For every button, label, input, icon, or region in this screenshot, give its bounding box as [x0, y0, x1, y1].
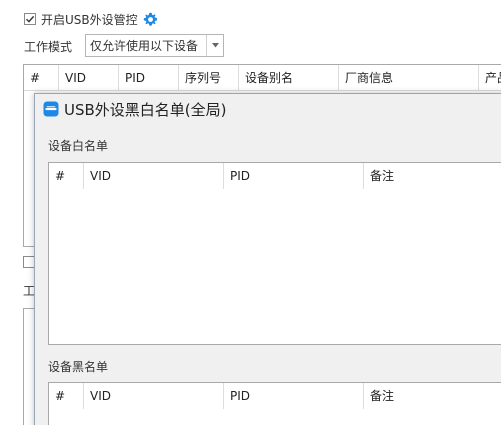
whitelist-column-vid[interactable]: VID: [83, 163, 223, 189]
work-mode-label: 工作模式: [24, 40, 73, 54]
gear-icon[interactable]: [143, 12, 158, 27]
blacklist-table[interactable]: # VID PID 备注: [48, 382, 501, 425]
blacklist-column-note[interactable]: 备注: [363, 383, 501, 409]
whitelist-column-index[interactable]: #: [49, 163, 83, 189]
whitelist-label: 设备白名单: [48, 139, 109, 153]
column-header-pid[interactable]: PID: [118, 65, 178, 91]
device-table-header: # VID PID 序列号 设备别名 厂商信息 产品: [24, 65, 501, 91]
blacklist-label: 设备黑名单: [48, 360, 109, 374]
checkmark-icon: [26, 15, 35, 23]
whitelist-table[interactable]: # VID PID 备注: [48, 162, 501, 345]
app-logo-icon: [43, 101, 59, 117]
blacklist-whitelist-dialog: USB外设黑白名单(全局) 设备白名单 # VID PID 备注 设备黑名单 #…: [34, 93, 501, 425]
usb-control-row: 开启USB外设管控: [24, 10, 158, 28]
blacklist-column-index[interactable]: #: [49, 383, 83, 409]
work-mode-selected-value: 仅允许使用以下设备: [90, 39, 199, 53]
column-header-vendor[interactable]: 厂商信息: [338, 65, 478, 91]
column-header-alias[interactable]: 设备别名: [238, 65, 338, 91]
dialog-title: USB外设黑白名单(全局): [64, 100, 227, 119]
blacklist-column-pid[interactable]: PID: [223, 383, 363, 409]
dialog-titlebar[interactable]: USB外设黑白名单(全局): [35, 94, 501, 124]
column-header-serial[interactable]: 序列号: [178, 65, 238, 91]
whitelist-column-pid[interactable]: PID: [223, 163, 363, 189]
usb-control-checkbox[interactable]: [24, 13, 36, 25]
column-header-product[interactable]: 产品: [478, 65, 501, 91]
chevron-down-icon[interactable]: [206, 35, 223, 56]
whitelist-table-header: # VID PID 备注: [49, 163, 501, 189]
usb-control-label: 开启USB外设管控: [41, 12, 138, 27]
whitelist-column-note[interactable]: 备注: [363, 163, 501, 189]
column-header-vid[interactable]: VID: [58, 65, 118, 91]
work-mode-select[interactable]: 仅允许使用以下设备: [85, 34, 224, 57]
blacklist-table-header: # VID PID 备注: [49, 383, 501, 409]
column-header-index[interactable]: #: [24, 65, 58, 91]
blacklist-column-vid[interactable]: VID: [83, 383, 223, 409]
